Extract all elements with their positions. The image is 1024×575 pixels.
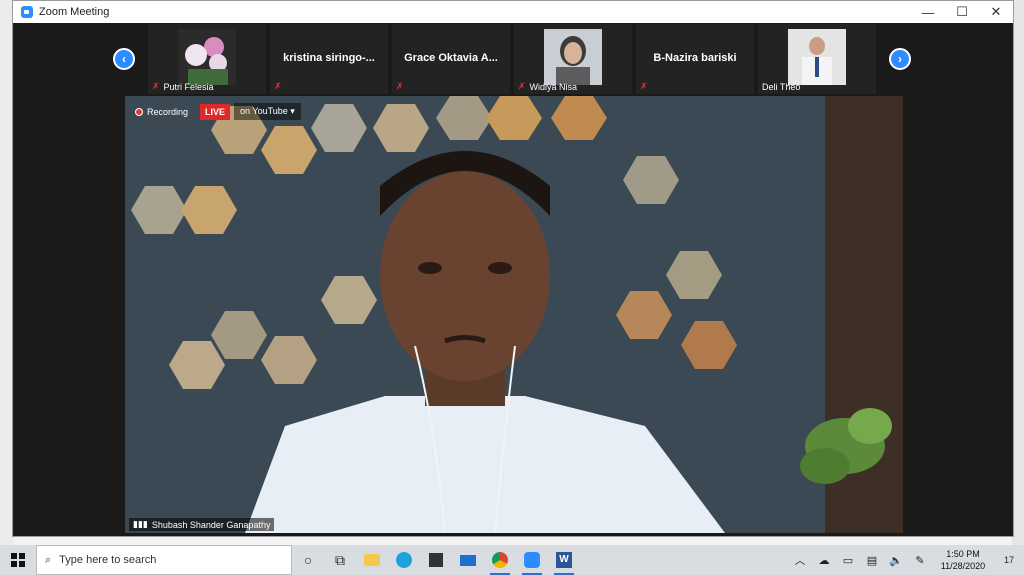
active-speaker-video[interactable]: Recording LIVE on YouTube ▾ ▮▮▮ Shubash … [125,96,903,533]
chrome-icon[interactable] [484,545,516,575]
close-button[interactable]: ✕ [979,1,1013,23]
maximize-button[interactable]: ☐ [945,1,979,23]
muted-mic-icon: ✗ [396,81,404,91]
zoom-icon[interactable] [516,545,548,575]
participant-label: ✗ [640,81,648,92]
volume-icon[interactable]: 🔈 [884,545,908,575]
participant-label: ✗ [396,81,404,92]
participant-tile[interactable]: B-Nazira bariski ✗ [636,24,754,94]
recording-indicator[interactable]: Recording LIVE on YouTube ▾ [135,103,301,120]
mail-icon[interactable] [452,545,484,575]
zoom-app-icon [21,6,33,18]
participant-name: Grace Oktavia A... [404,52,498,64]
minimize-button[interactable]: — [911,1,945,23]
participant-tile[interactable]: ✗ Putri Felesia [148,24,266,94]
youtube-stream-dropdown[interactable]: on YouTube ▾ [234,103,301,120]
search-placeholder: Type here to search [59,554,157,566]
speaker-name: Shubash Shander Ganapathy [151,519,271,530]
windows-taskbar: ⌕ Type here to search ○ ⧉ W ︿ ☁ ▭ ▤ 🔈 ✎ … [0,545,1024,575]
participant-name: Deli Theo [762,82,801,92]
speaker-name-label: ▮▮▮ Shubash Shander Ganapathy [129,518,275,531]
clock-date: 11/28/2020 [940,561,986,571]
participant-label: ✗ Widiya Nisa [518,81,577,92]
notifications-count: 17 [1003,555,1014,565]
participant-name: Widiya Nisa [529,81,578,92]
edge-browser-icon[interactable] [388,545,420,575]
file-explorer-icon[interactable] [356,545,388,575]
speaker-video-frame [125,96,903,533]
search-icon: ⌕ [45,553,52,566]
battery-icon[interactable]: ▭ [836,545,860,575]
onedrive-icon[interactable]: ☁ [812,545,836,575]
participant-tile[interactable]: Grace Oktavia A... ✗ [392,24,510,94]
participant-tile[interactable]: kristina siringo-... ✗ [270,24,388,94]
participant-tile[interactable]: Deli Theo [758,24,876,94]
muted-mic-icon: ✗ [274,81,282,91]
system-tray: ︿ ☁ ▭ ▤ 🔈 ✎ 1:50 PM 11/28/2020 17 [788,545,1024,575]
store-icon[interactable] [420,545,452,575]
system-clock[interactable]: 1:50 PM 11/28/2020 [932,548,994,572]
windows-logo-icon [11,553,25,567]
signal-strength-icon: ▮▮▮ [133,519,148,529]
chevron-down-icon: ▾ [290,106,295,116]
taskbar-search-box[interactable]: ⌕ Type here to search [36,545,292,575]
participant-photo-flowers [178,29,236,85]
network-icon[interactable]: ▤ [860,545,884,575]
pen-icon[interactable]: ✎ [908,545,932,575]
zoom-meeting-window: Zoom Meeting — ☐ ✕ ‹ ✗ Putri Felesia kri… [12,0,1014,537]
muted-mic-icon: ✗ [518,81,526,91]
previous-page-button[interactable]: ‹ [113,48,135,70]
cortana-icon[interactable]: ○ [292,545,324,575]
youtube-label: on YouTube [240,106,288,116]
gallery-strip: ‹ ✗ Putri Felesia kristina siringo-... ✗ [13,24,1013,94]
next-page-button[interactable]: › [889,48,911,70]
participant-tile[interactable]: ✗ Widiya Nisa [514,24,632,94]
chevron-up-icon[interactable]: ︿ [788,545,812,575]
live-badge: LIVE [200,103,231,120]
word-icon[interactable]: W [548,545,580,575]
participant-name: Putri Felesia [163,81,214,92]
task-view-icon[interactable]: ⧉ [324,545,356,575]
muted-mic-icon: ✗ [152,81,160,91]
participant-name: B-Nazira bariski [653,52,737,64]
start-button[interactable] [0,545,36,575]
participant-label: Deli Theo [762,82,800,92]
participant-photo-person [788,29,846,85]
participant-label: ✗ Putri Felesia [152,81,214,92]
notifications-icon[interactable]: 17 [994,545,1024,575]
participant-name: kristina siringo-... [283,52,375,64]
participant-label: ✗ [274,81,282,92]
recording-label: Recording [147,106,189,117]
participant-photo-person [544,29,602,85]
muted-mic-icon: ✗ [640,81,648,91]
clock-time: 1:50 PM [946,549,980,559]
record-icon [135,107,143,116]
window-title: Zoom Meeting [39,6,110,18]
title-bar: Zoom Meeting — ☐ ✕ [13,1,1013,23]
